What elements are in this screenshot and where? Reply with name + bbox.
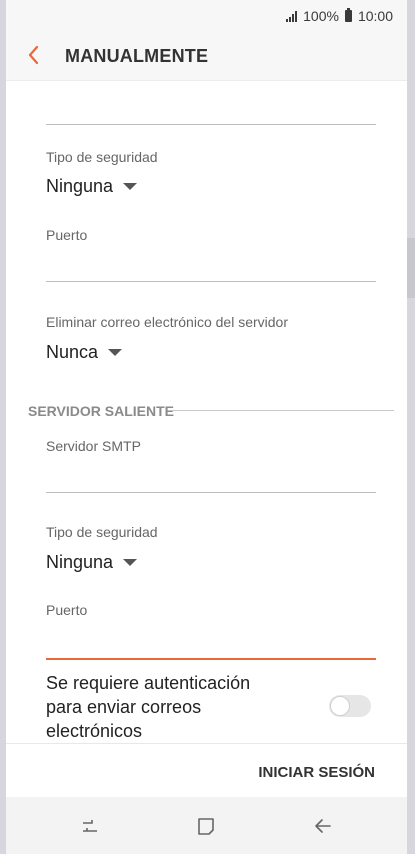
incoming-security-label: Tipo de seguridad bbox=[46, 149, 158, 165]
outgoing-port-label: Puerto bbox=[46, 602, 88, 618]
battery-percent: 100% bbox=[303, 8, 339, 24]
toggle-knob bbox=[330, 696, 350, 716]
outgoing-port-input[interactable] bbox=[46, 658, 376, 660]
caret-down-icon bbox=[123, 183, 138, 190]
recent-apps-icon[interactable] bbox=[79, 815, 101, 837]
chevron-left-icon[interactable] bbox=[22, 43, 46, 67]
signal-icon bbox=[286, 10, 298, 22]
caret-down-icon bbox=[108, 349, 123, 356]
status-time: 10:00 bbox=[357, 8, 393, 24]
outgoing-security-dropdown[interactable]: Ninguna bbox=[46, 552, 138, 573]
status-bar: 100% 10:00 bbox=[6, 0, 407, 32]
incoming-port-label: Puerto bbox=[46, 227, 88, 243]
device-edge-right bbox=[407, 0, 415, 854]
outgoing-security-label: Tipo de seguridad bbox=[46, 524, 158, 540]
settings-form[interactable]: Tipo de seguridad Ninguna Puerto Elimina… bbox=[6, 81, 407, 743]
delete-from-server-value: Nunca bbox=[46, 342, 99, 362]
action-bar: INICIAR SESIÓN bbox=[6, 743, 407, 798]
smtp-server-label: Servidor SMTP bbox=[46, 438, 141, 454]
delete-from-server-label: Eliminar correo electrónico del servidor bbox=[46, 314, 288, 330]
outgoing-security-value: Ninguna bbox=[46, 552, 114, 572]
back-arrow-icon[interactable] bbox=[312, 815, 334, 837]
app-header: MANUALMENTE bbox=[6, 32, 407, 81]
outgoing-section-title: SERVIDOR SALIENTE bbox=[28, 403, 174, 419]
delete-from-server-dropdown[interactable]: Nunca bbox=[46, 342, 123, 363]
section-divider bbox=[170, 410, 394, 411]
smtp-server-input[interactable] bbox=[46, 492, 376, 493]
auth-required-toggle[interactable] bbox=[329, 695, 371, 717]
sign-in-button[interactable]: INICIAR SESIÓN bbox=[258, 764, 375, 781]
incoming-security-value: Ninguna bbox=[46, 176, 114, 196]
phone-screen: 100% 10:00 MANUALMENTE Tipo de seguridad… bbox=[6, 0, 407, 854]
caret-down-icon bbox=[123, 559, 138, 566]
device-side-bump bbox=[407, 238, 415, 298]
status-right: 100% 10:00 bbox=[286, 8, 393, 24]
auth-required-label: Se requiere autenticación para enviar co… bbox=[46, 673, 251, 741]
home-icon[interactable] bbox=[195, 815, 217, 837]
page-title: MANUALMENTE bbox=[65, 46, 209, 66]
battery-icon bbox=[344, 8, 352, 22]
incoming-security-dropdown[interactable]: Ninguna bbox=[46, 176, 138, 197]
navigation-bar bbox=[6, 797, 407, 854]
incoming-server-field-underline[interactable] bbox=[46, 124, 376, 125]
incoming-port-input[interactable] bbox=[46, 281, 376, 282]
